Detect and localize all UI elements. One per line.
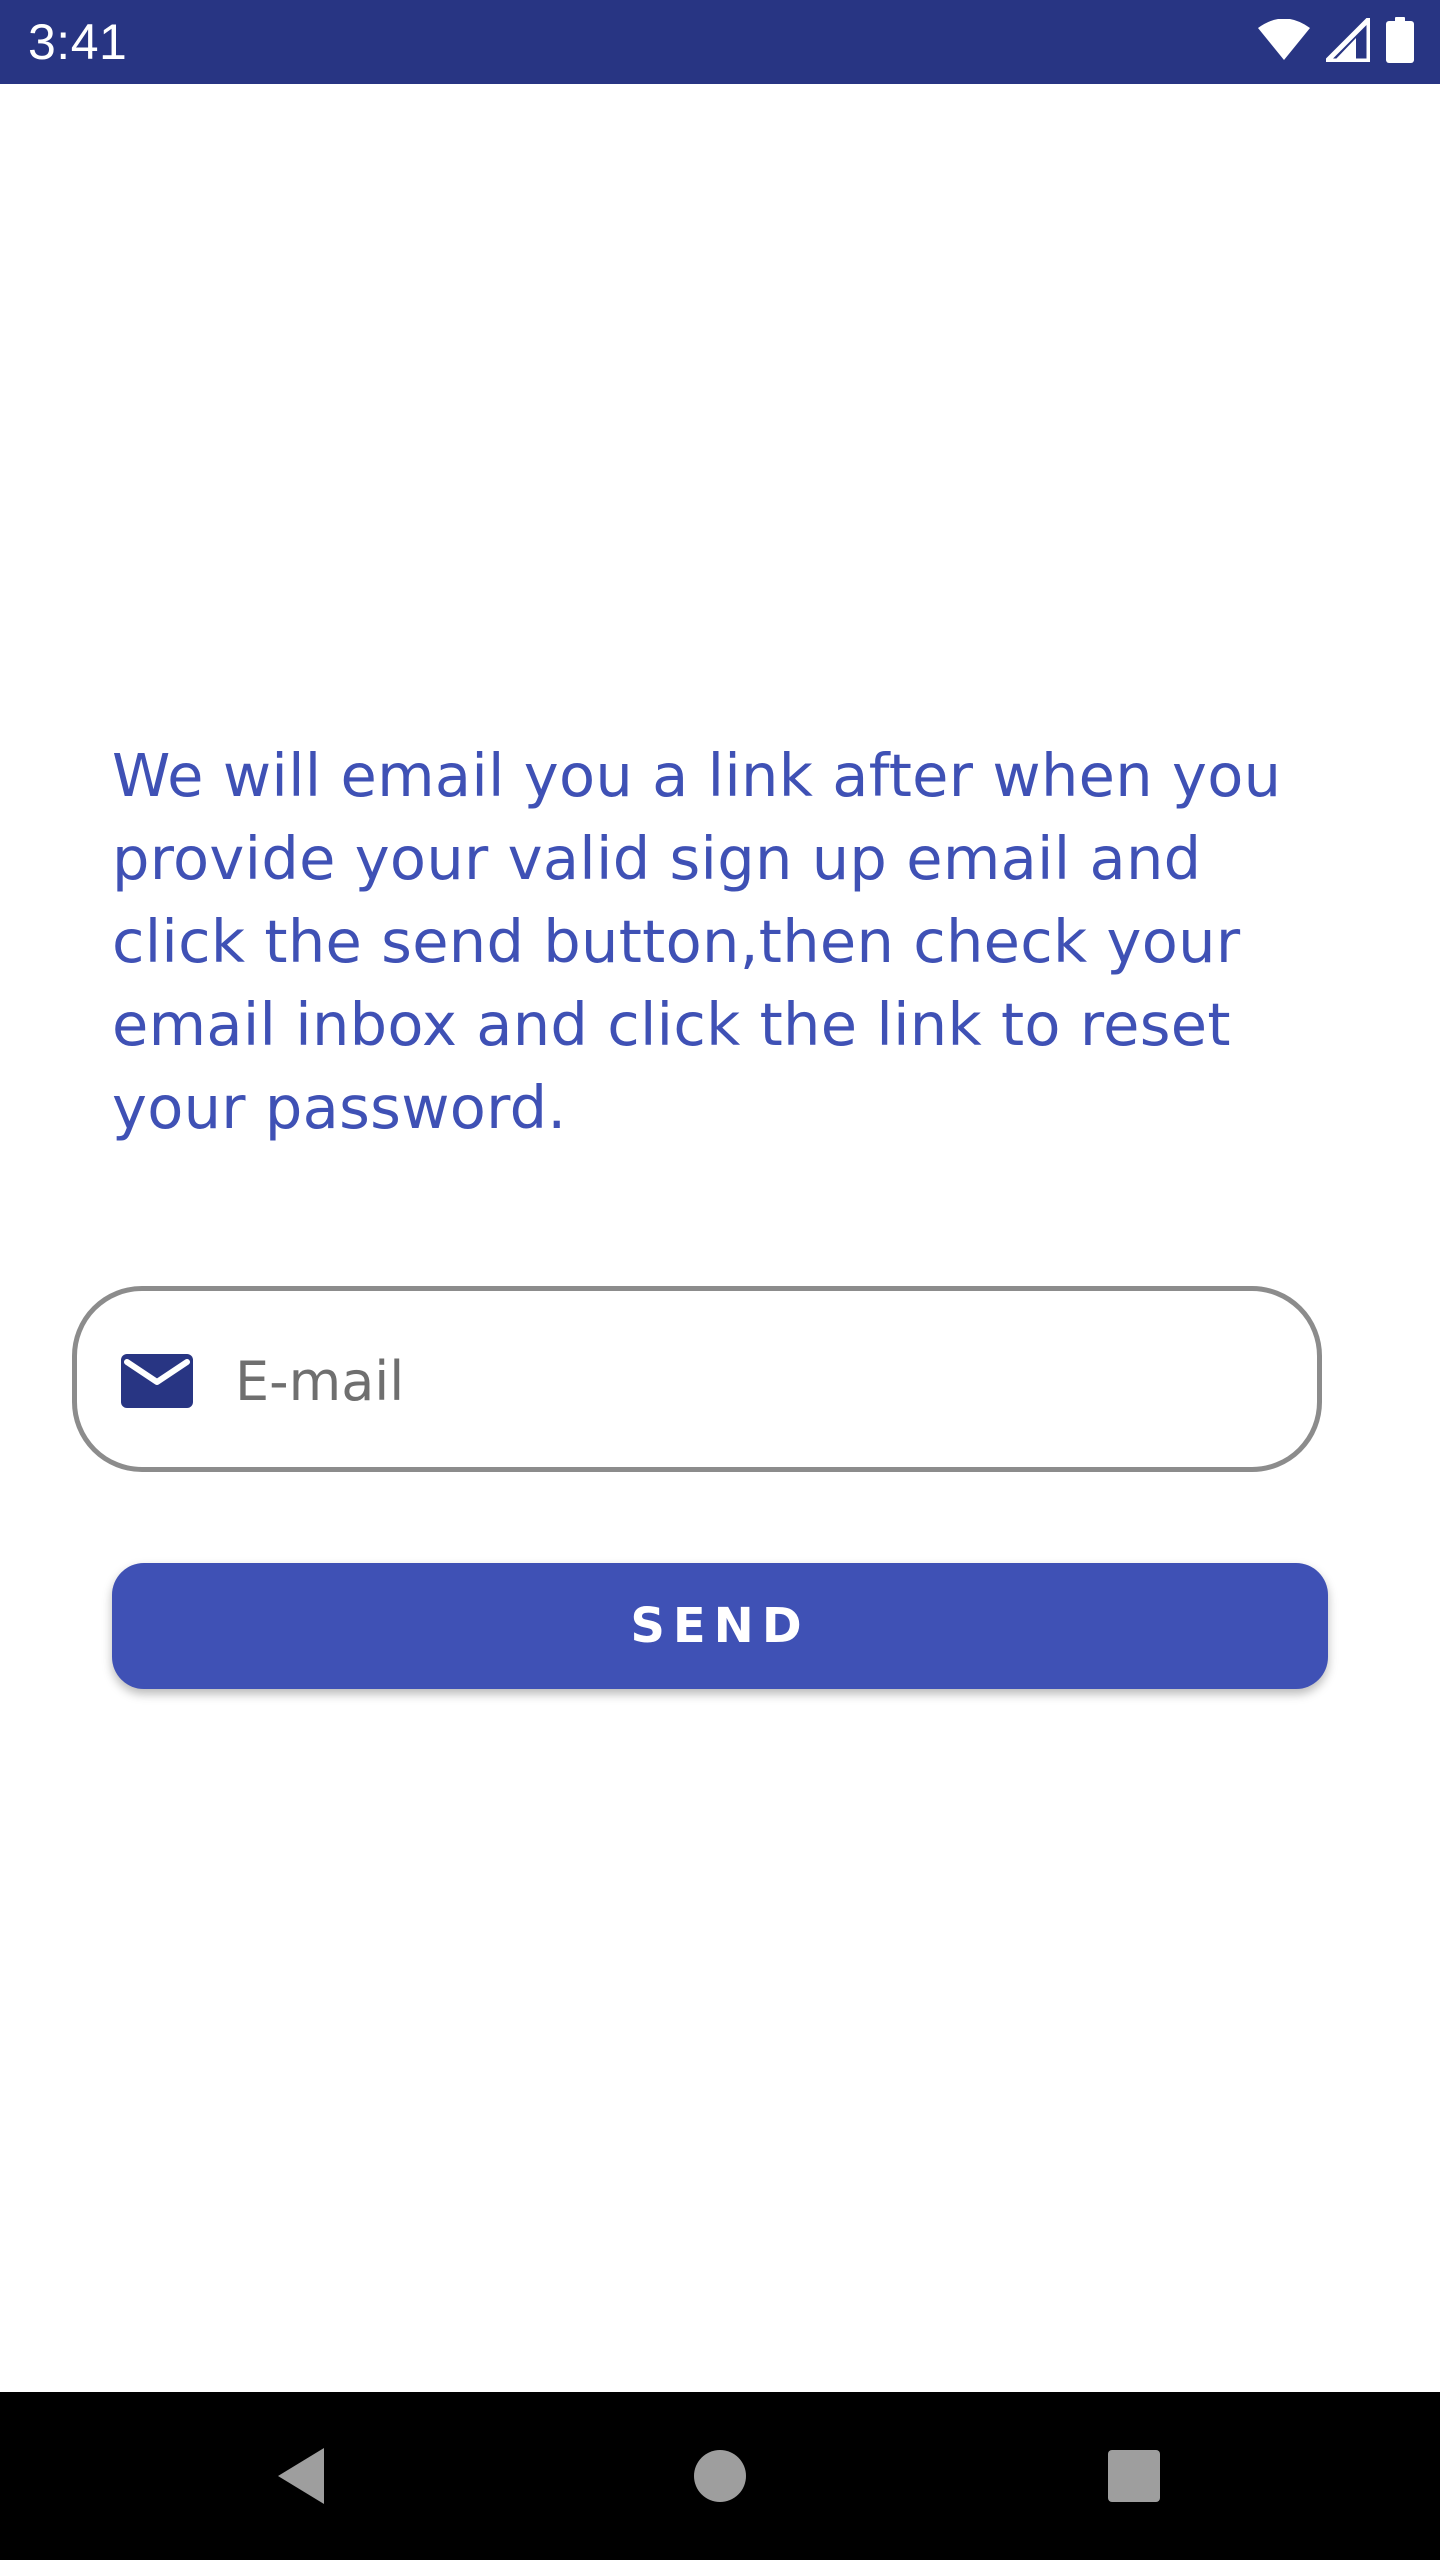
status-icons <box>1258 12 1414 67</box>
back-icon[interactable] <box>258 2434 342 2518</box>
mail-icon <box>121 1354 193 1408</box>
reset-password-screen: We will email you a link after when you … <box>0 84 1440 2392</box>
wifi-icon <box>1258 18 1310 65</box>
email-field-container[interactable] <box>72 1286 1322 1472</box>
recents-icon[interactable] <box>1092 2434 1176 2518</box>
status-bar: 3:41 <box>0 0 1440 84</box>
send-button[interactable]: SEND <box>112 1563 1328 1689</box>
email-input[interactable] <box>235 1326 1275 1436</box>
home-icon[interactable] <box>678 2434 762 2518</box>
status-time: 3:41 <box>28 14 128 70</box>
reset-instructions-text: We will email you a link after when you … <box>112 741 1282 1142</box>
battery-icon <box>1386 17 1414 67</box>
navigation-bar <box>0 2392 1440 2560</box>
cellular-signal-icon <box>1320 12 1372 66</box>
